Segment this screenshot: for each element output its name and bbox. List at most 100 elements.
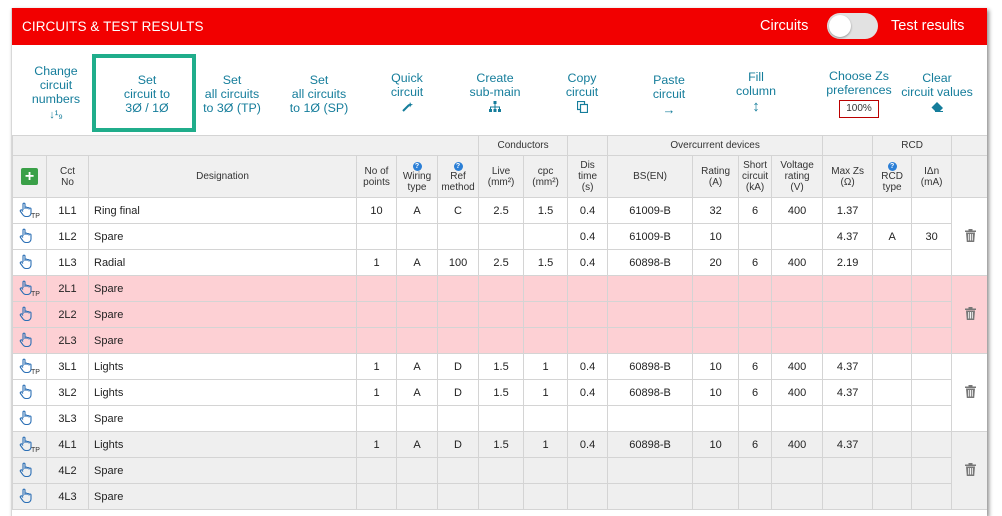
cell-wiring[interactable]: A [396,431,438,458]
cell-bs[interactable] [607,457,694,484]
cell-designation[interactable]: Radial [88,249,357,276]
cell-sc[interactable] [738,483,773,510]
cell-ref[interactable] [436,405,480,432]
cell-dis[interactable]: 0.4 [567,249,609,276]
cell-ref[interactable] [436,327,480,354]
cell-points[interactable] [356,301,397,328]
cell-ref[interactable] [436,223,480,250]
cell-idn[interactable] [911,431,953,458]
cell-bs[interactable] [607,405,694,432]
cell-rcdtype[interactable] [872,483,913,510]
select-circuit-cell[interactable]: TP [12,197,47,224]
cell-ref[interactable] [436,457,480,484]
cell-live[interactable] [478,327,525,354]
cell-dis[interactable]: 0.4 [567,431,609,458]
cell-dis[interactable]: 0.4 [567,223,609,250]
cell-volt[interactable]: 400 [771,353,824,380]
cell-bs[interactable] [607,327,694,354]
cell-idn[interactable]: 30 [911,223,953,250]
toggle-label-test-results[interactable]: Test results [891,18,964,34]
cell-volt[interactable] [771,275,824,302]
table-row[interactable]: 3L3 Spare [12,405,988,432]
cell-points[interactable] [356,223,397,250]
table-row[interactable]: TP 1L1 Ring final 10 A C 2.5 1.5 0.4 61009-B 32 6 40… [12,197,987,276]
cell-rcdtype[interactable] [872,431,913,458]
select-circuit-cell[interactable]: TP [12,431,47,458]
select-circuit-cell[interactable] [12,249,47,276]
cell-sc[interactable]: 6 [738,431,773,458]
cell-designation[interactable]: Spare [88,223,357,250]
cell-designation[interactable]: Spare [88,301,357,328]
table-row[interactable]: 3L2 Lights 1 A D 1.5 1 0.4 60898-B 10 6 400 4.37 [12,379,988,406]
cell-ref[interactable]: C [436,197,480,224]
view-toggle-switch[interactable] [827,13,878,39]
cell-dis[interactable] [567,483,609,510]
cell-bs[interactable]: 60898-B [607,249,694,276]
cell-points[interactable]: 1 [356,431,397,458]
cell-cpc[interactable]: 1.5 [523,249,569,276]
help-icon[interactable]: ? [887,162,897,171]
paste-circuit-button[interactable]: Paste circuit → [639,73,699,117]
help-icon[interactable]: ? [412,162,422,171]
cell-ref[interactable]: D [436,379,480,406]
cell-rcdtype[interactable] [872,327,913,354]
cell-dis[interactable] [567,457,609,484]
cell-zs[interactable]: 4.37 [822,223,874,250]
cell-rcdtype[interactable] [872,197,913,224]
cell-cpc[interactable] [523,275,569,302]
cell-rating[interactable] [692,457,740,484]
cell-bs[interactable]: 61009-B [607,197,694,224]
add-circuit-plus-icon[interactable]: + [21,168,38,185]
cell-wiring[interactable] [396,301,438,328]
cell-cpc[interactable]: 1 [523,431,569,458]
cell-wiring[interactable] [396,457,438,484]
cell-sc[interactable]: 6 [738,379,773,406]
help-icon[interactable]: ? [453,162,463,171]
cell-live[interactable] [478,301,525,328]
cell-idn[interactable] [911,457,953,484]
cell-points[interactable] [356,483,397,510]
cell-zs[interactable] [822,483,874,510]
trash-icon[interactable] [964,306,976,323]
cell-points[interactable] [356,275,397,302]
cell-wiring[interactable]: A [396,379,438,406]
select-circuit-cell[interactable] [12,405,47,432]
hand-pointer-icon[interactable] [19,384,33,402]
cell-sc[interactable] [738,327,773,354]
cell-rating[interactable] [692,301,740,328]
trash-icon[interactable] [964,462,976,479]
cell-zs[interactable] [822,327,874,354]
cell-zs[interactable] [822,457,874,484]
cell-volt[interactable] [771,405,824,432]
cell-zs[interactable]: 4.37 [822,379,874,406]
cell-idn[interactable] [911,249,953,276]
cell-zs[interactable]: 2.19 [822,249,874,276]
cell-designation[interactable]: Spare [88,457,357,484]
cell-rcdtype[interactable] [872,405,913,432]
table-row[interactable]: 4L2 Spare [12,457,988,484]
cell-rating[interactable] [692,327,740,354]
cell-rating[interactable]: 10 [692,379,740,406]
cell-idn[interactable] [911,353,953,380]
cell-dis[interactable] [567,327,609,354]
trash-icon[interactable] [964,228,976,245]
select-circuit-cell[interactable]: TP [12,275,47,302]
cell-live[interactable] [478,223,525,250]
create-sub-main-button[interactable]: Create sub-main [457,71,533,115]
zs-percent-badge[interactable]: 100% [839,100,879,118]
cell-rcdtype[interactable] [872,457,913,484]
cell-cct-no[interactable]: 1L2 [46,223,89,250]
hand-pointer-icon[interactable] [19,254,33,272]
cell-sc[interactable] [738,405,773,432]
cell-rcdtype[interactable] [872,249,913,276]
cell-bs[interactable]: 60898-B [607,353,694,380]
cell-zs[interactable] [822,405,874,432]
fill-column-button[interactable]: Fill column ↕ [726,70,786,114]
cell-wiring[interactable]: A [396,197,438,224]
cell-bs[interactable]: 60898-B [607,379,694,406]
table-row[interactable]: 4L3 Spare [12,483,988,510]
cell-designation[interactable]: Ring final [88,197,357,224]
cell-cpc[interactable] [523,457,569,484]
cell-designation[interactable]: Spare [88,275,357,302]
cell-designation[interactable]: Lights [88,379,357,406]
